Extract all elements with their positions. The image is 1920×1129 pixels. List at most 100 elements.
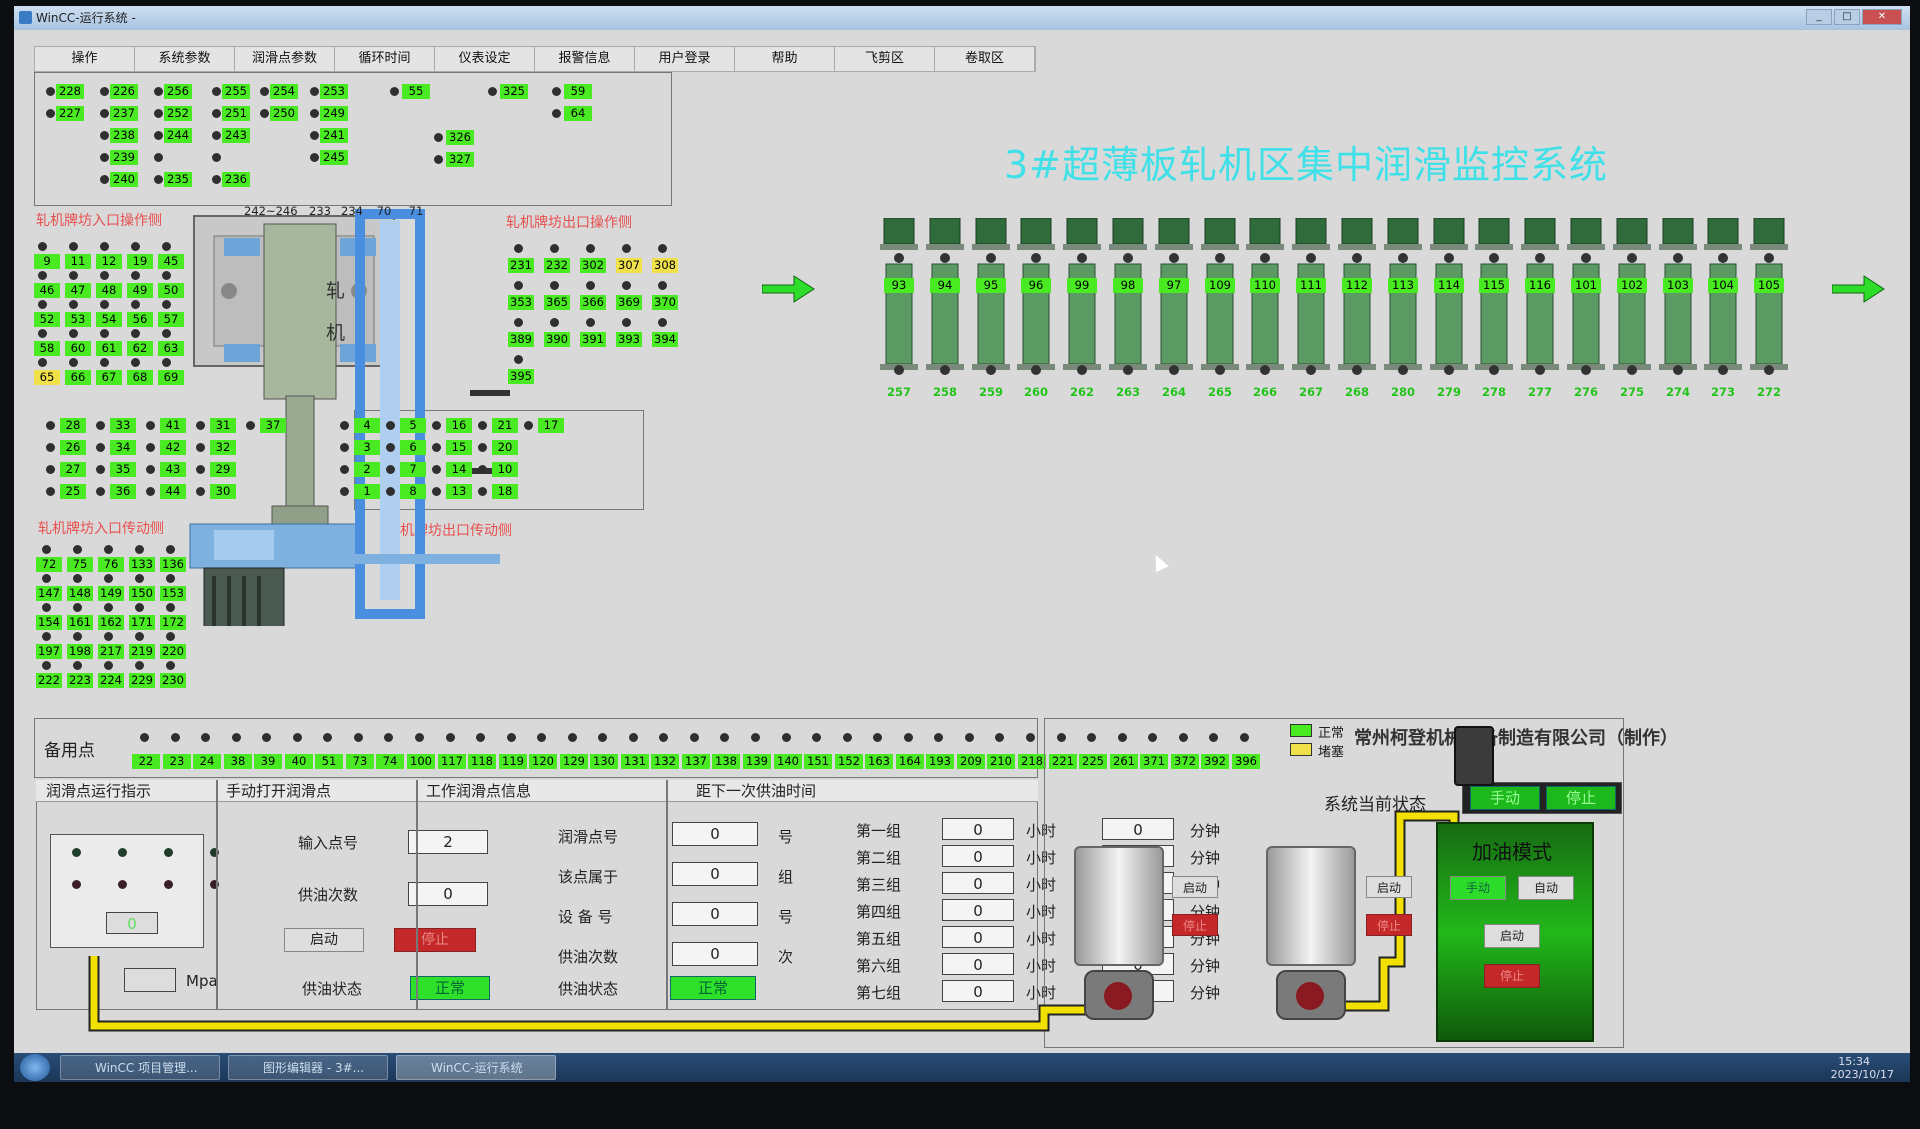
lube-point: 131 bbox=[621, 754, 649, 769]
pump-top-label: 111 bbox=[1296, 278, 1326, 293]
menu-item-4[interactable]: 仪表设定 bbox=[435, 47, 535, 71]
lube-point: 49 bbox=[127, 283, 153, 298]
lube-point: 370 bbox=[652, 295, 678, 310]
start-orb-icon[interactable] bbox=[20, 1054, 50, 1081]
pump-bottom-label: 276 bbox=[1573, 385, 1598, 399]
lube-point: 253 bbox=[320, 84, 348, 99]
pump-bottom-label: 265 bbox=[1207, 385, 1232, 399]
lube-dot bbox=[586, 318, 595, 327]
menu-item-6[interactable]: 用户登录 bbox=[635, 47, 735, 71]
lube-dot bbox=[96, 465, 105, 474]
lube-dot bbox=[38, 329, 47, 338]
pump-motor-1-core bbox=[1104, 982, 1132, 1010]
lube-dot bbox=[340, 465, 349, 474]
lube-point: 22 bbox=[132, 754, 160, 769]
lube-point: 66 bbox=[65, 370, 91, 385]
lube-point: 32 bbox=[210, 440, 236, 455]
lube-point: 130 bbox=[590, 754, 618, 769]
lube-dot bbox=[690, 733, 699, 742]
lube-dot bbox=[42, 603, 51, 612]
lube-pump bbox=[1567, 217, 1605, 378]
menu-item-5[interactable]: 报警信息 bbox=[535, 47, 635, 71]
lube-point: 255 bbox=[222, 84, 250, 99]
pump-bottom-label: 274 bbox=[1665, 385, 1690, 399]
lube-dot bbox=[586, 281, 595, 290]
lube-point: 18 bbox=[492, 484, 518, 499]
fill-auto-button[interactable]: 自动 bbox=[1518, 876, 1574, 900]
menu-item-8[interactable]: 飞剪区 bbox=[835, 47, 935, 71]
lube-dot bbox=[720, 733, 729, 742]
lube-dot bbox=[262, 733, 271, 742]
lube-point: 236 bbox=[222, 172, 250, 187]
taskbar-item-runtime[interactable]: WinCC-运行系统 bbox=[396, 1055, 556, 1080]
lube-dot bbox=[622, 244, 631, 253]
lube-point: 37 bbox=[260, 418, 286, 433]
lube-point: 251 bbox=[222, 106, 250, 121]
lube-dot bbox=[100, 87, 109, 96]
lube-point: 118 bbox=[468, 754, 496, 769]
lube-point: 53 bbox=[65, 312, 91, 327]
lube-point: 390 bbox=[544, 332, 570, 347]
lube-dot bbox=[166, 632, 175, 641]
lube-dot bbox=[166, 574, 175, 583]
lube-point: 19 bbox=[127, 254, 153, 269]
fill-stop-button[interactable]: 停止 bbox=[1484, 964, 1540, 988]
pump-top-label: 115 bbox=[1479, 278, 1509, 293]
maximize-icon[interactable]: □ bbox=[1834, 9, 1860, 25]
menu-item-0[interactable]: 操作 bbox=[35, 47, 135, 71]
lube-point: 151 bbox=[804, 754, 832, 769]
lube-dot bbox=[386, 443, 395, 452]
lube-point: 6 bbox=[400, 440, 426, 455]
fill-start-button[interactable]: 启动 bbox=[1484, 924, 1540, 948]
lube-dot bbox=[260, 109, 269, 118]
lube-dot bbox=[100, 109, 109, 118]
lube-dot bbox=[260, 87, 269, 96]
lube-dot bbox=[514, 318, 523, 327]
lube-dot bbox=[995, 733, 1004, 742]
lube-point: 234 bbox=[341, 204, 363, 218]
pump-top-label: 113 bbox=[1388, 278, 1418, 293]
lube-pump bbox=[1063, 217, 1101, 378]
lube-dot bbox=[478, 465, 487, 474]
lube-point: 254 bbox=[270, 84, 298, 99]
lube-dot bbox=[340, 421, 349, 430]
lube-point: 51 bbox=[315, 754, 343, 769]
lube-dot bbox=[100, 242, 109, 251]
taskbar-item-project[interactable]: WinCC 项目管理... bbox=[60, 1055, 220, 1080]
lube-dot bbox=[46, 421, 55, 430]
lube-point: 164 bbox=[896, 754, 924, 769]
lube-point: 239 bbox=[110, 150, 138, 165]
lube-dot bbox=[42, 545, 51, 554]
lube-dot bbox=[232, 733, 241, 742]
menu-item-2[interactable]: 润滑点参数 bbox=[235, 47, 335, 71]
lube-dot bbox=[552, 109, 561, 118]
lube-point: 74 bbox=[376, 754, 404, 769]
fill-manual-button[interactable]: 手动 bbox=[1450, 876, 1506, 900]
minimize-icon[interactable]: _ bbox=[1806, 9, 1832, 25]
menu-item-9[interactable]: 卷取区 bbox=[935, 47, 1035, 71]
lube-dot bbox=[100, 329, 109, 338]
station-2-stop-button[interactable]: 停止 bbox=[1366, 914, 1412, 936]
lube-dot bbox=[146, 487, 155, 496]
station-2-start-button[interactable]: 启动 bbox=[1366, 876, 1412, 898]
lube-point: 63 bbox=[158, 341, 184, 356]
lube-dot bbox=[135, 545, 144, 554]
taskbar-item-graphics[interactable]: 图形编辑器 - 3#... bbox=[228, 1055, 388, 1080]
lube-dot bbox=[478, 443, 487, 452]
lube-dot bbox=[434, 133, 443, 142]
pump-top-label: 102 bbox=[1617, 278, 1647, 293]
lube-point: 23 bbox=[163, 754, 191, 769]
menu-item-1[interactable]: 系统参数 bbox=[135, 47, 235, 71]
lube-dot bbox=[46, 443, 55, 452]
pump-top-label: 93 bbox=[884, 278, 914, 293]
menu-item-7[interactable]: 帮助 bbox=[735, 47, 835, 71]
menu-item-3[interactable]: 循环时间 bbox=[335, 47, 435, 71]
close-icon[interactable]: ✕ bbox=[1862, 9, 1902, 25]
lube-dot bbox=[488, 87, 497, 96]
lube-point: 54 bbox=[96, 312, 122, 327]
lube-point: 12 bbox=[96, 254, 122, 269]
station-1-start-button[interactable]: 启动 bbox=[1172, 876, 1218, 898]
pump-bottom-label: 280 bbox=[1390, 385, 1415, 399]
lube-dot bbox=[196, 421, 205, 430]
station-1-stop-button[interactable]: 停止 bbox=[1172, 914, 1218, 936]
